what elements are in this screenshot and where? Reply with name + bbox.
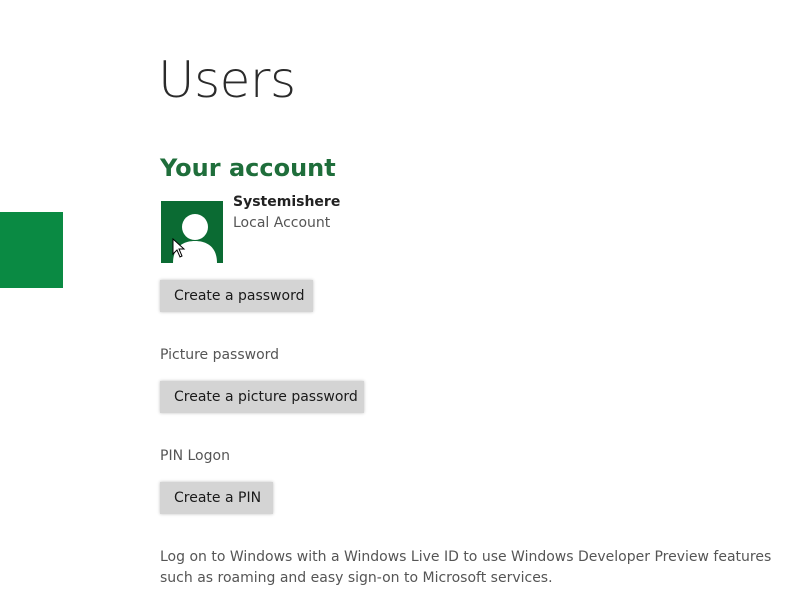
picture-password-label: Picture password — [160, 347, 280, 363]
user-avatar[interactable] — [161, 201, 223, 263]
windows-live-id-info: Log on to Windows with a Windows Live ID… — [160, 549, 772, 586]
your-account-heading: Your account — [160, 154, 336, 182]
page-title: Users — [158, 51, 296, 109]
create-password-button[interactable]: Create a password — [160, 280, 313, 312]
create-picture-password-button[interactable]: Create a picture password — [160, 381, 364, 413]
pin-logon-label: PIN Logon — [160, 448, 230, 464]
user-name: Systemishere — [233, 194, 341, 210]
users-settings-page: Users Your account Systemishere Local Ac… — [0, 0, 800, 600]
create-pin-button[interactable]: Create a PIN — [160, 482, 273, 514]
user-silhouette-icon — [173, 214, 217, 263]
side-accent-tab[interactable] — [0, 212, 63, 288]
account-type: Local Account — [233, 215, 331, 231]
mouse-pointer-icon — [172, 238, 186, 258]
